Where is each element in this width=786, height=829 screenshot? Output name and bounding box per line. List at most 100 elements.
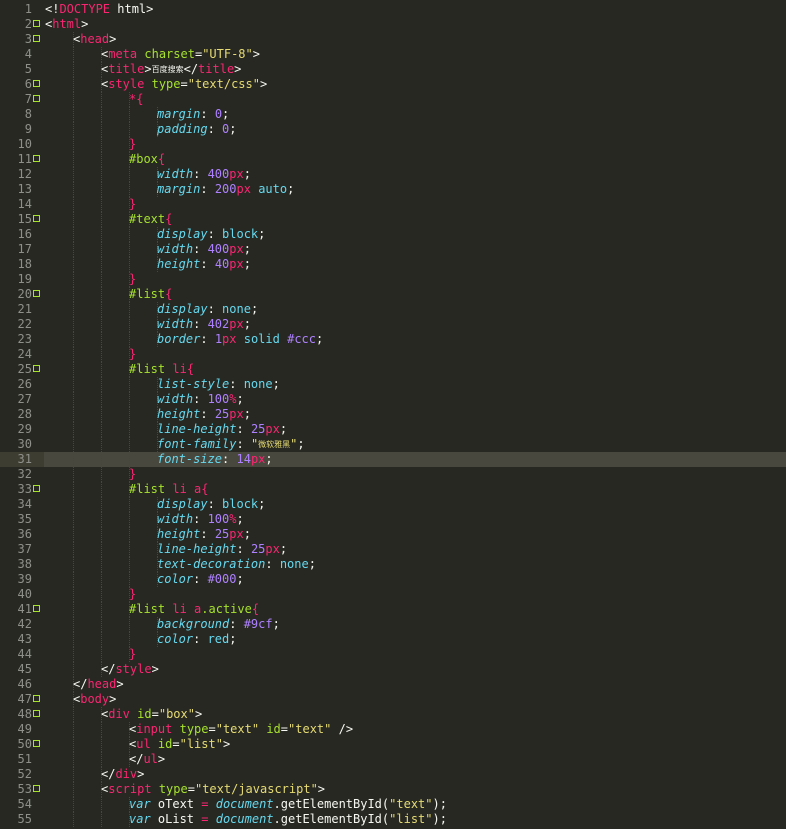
code-line[interactable]: 50 <ul id="list"> xyxy=(0,737,786,752)
code-line[interactable]: 5 <title>百度搜索</title> xyxy=(0,62,786,77)
code-line[interactable]: 8 margin: 0; xyxy=(0,107,786,122)
code-line[interactable]: 24} xyxy=(0,347,786,362)
code-line[interactable]: 23 border: 1px solid #ccc; xyxy=(0,332,786,347)
code-editor[interactable]: 1 <!DOCTYPE html> 2 <html> 3 <head> 4 <meta cha… xyxy=(0,0,786,829)
code-line[interactable]: 43 color: red; xyxy=(0,632,786,647)
code-line[interactable]: 41 #list li a.active{ xyxy=(0,602,786,617)
code-line[interactable]: 13 margin: 200px auto; xyxy=(0,182,786,197)
code-line[interactable]: 10} xyxy=(0,137,786,152)
code-line[interactable]: 52 </div> xyxy=(0,767,786,782)
code-line[interactable]: 7 *{ xyxy=(0,92,786,107)
code-line[interactable]: 12 width: 400px; xyxy=(0,167,786,182)
code-line[interactable]: 14} xyxy=(0,197,786,212)
indent-guide xyxy=(101,542,102,557)
code-token: } xyxy=(129,137,137,151)
fold-toggle-icon[interactable] xyxy=(33,710,40,717)
code-token: } xyxy=(129,197,137,211)
code-line[interactable]: 44} xyxy=(0,647,786,662)
line-code: #text{ xyxy=(44,212,786,227)
code-line[interactable]: 28 height: 25px; xyxy=(0,407,786,422)
code-line[interactable]: 37 line-height: 25px; xyxy=(0,542,786,557)
code-token: li xyxy=(172,482,187,496)
code-line[interactable]: 46 </head> xyxy=(0,677,786,692)
code-line[interactable]: 31 font-size: 14px; xyxy=(0,452,786,467)
code-line[interactable]: 22 width: 402px; xyxy=(0,317,786,332)
code-token: : xyxy=(193,167,208,181)
line-text: var oText = document.getElementById("tex… xyxy=(129,797,447,812)
indent-guide xyxy=(129,257,130,272)
code-line[interactable]: 15 #text{ xyxy=(0,212,786,227)
code-line[interactable]: 55 var oList = document.getElementById("l… xyxy=(0,812,786,827)
code-token: padding xyxy=(157,122,208,136)
code-line[interactable]: 6 <style type="text/css"> xyxy=(0,77,786,92)
code-line[interactable]: 53 <script type="text/javascript"> xyxy=(0,782,786,797)
code-token: 200 xyxy=(214,182,237,196)
code-line[interactable]: 38 text-decoration: none; xyxy=(0,557,786,572)
line-code: color: red; xyxy=(44,632,786,647)
code-token: ; xyxy=(279,422,288,436)
fold-toggle-icon[interactable] xyxy=(33,35,40,42)
fold-toggle-icon[interactable] xyxy=(33,785,40,792)
code-line[interactable]: 40} xyxy=(0,587,786,602)
indent-guide xyxy=(73,317,74,332)
fold-toggle-icon[interactable] xyxy=(33,95,40,102)
code-line[interactable]: 3 <head> xyxy=(0,32,786,47)
line-text: height: 40px; xyxy=(157,257,251,272)
code-line[interactable]: 19} xyxy=(0,272,786,287)
code-line[interactable]: 2 <html> xyxy=(0,17,786,32)
fold-toggle-icon[interactable] xyxy=(33,155,40,162)
line-number: 13 xyxy=(17,182,32,196)
code-line[interactable]: 45 </style> xyxy=(0,662,786,677)
code-line[interactable]: 9 padding: 0; xyxy=(0,122,786,137)
code-line[interactable]: 35 width: 100%; xyxy=(0,512,786,527)
line-number: 4 xyxy=(24,47,32,61)
code-token: li xyxy=(172,602,187,616)
indent-guide xyxy=(101,302,102,317)
code-line[interactable]: 16 display: block; xyxy=(0,227,786,242)
code-token: type xyxy=(179,722,209,736)
indent-guide xyxy=(129,107,130,122)
code-line[interactable]: 26 list-style: none; xyxy=(0,377,786,392)
code-token: : xyxy=(193,242,208,256)
code-line[interactable]: 54 var oText = document.getElementById("t… xyxy=(0,797,786,812)
code-line[interactable]: 1 <!DOCTYPE html> xyxy=(0,2,786,17)
code-line[interactable]: 29 line-height: 25px; xyxy=(0,422,786,437)
code-line[interactable]: 30 font-family: "微软雅黑"; xyxy=(0,437,786,452)
code-line[interactable]: 39 color: #000; xyxy=(0,572,786,587)
code-token: body xyxy=(80,692,110,706)
code-line[interactable]: 48 <div id="box"> xyxy=(0,707,786,722)
code-line[interactable]: 20 #list{ xyxy=(0,287,786,302)
code-line[interactable]: 32} xyxy=(0,467,786,482)
code-line[interactable]: 11 #box{ xyxy=(0,152,786,167)
code-token: . xyxy=(273,812,281,826)
fold-toggle-icon[interactable] xyxy=(33,695,40,702)
code-line[interactable]: 17 width: 400px; xyxy=(0,242,786,257)
code-line[interactable]: 25 #list li{ xyxy=(0,362,786,377)
code-line[interactable]: 34 display: block; xyxy=(0,497,786,512)
code-line[interactable]: 36 height: 25px; xyxy=(0,527,786,542)
code-line[interactable]: 49 <input type="text" id="text" /> xyxy=(0,722,786,737)
line-gutter: 3 xyxy=(0,32,44,47)
line-code: font-family: "微软雅黑"; xyxy=(44,437,786,452)
line-code: </ul> xyxy=(44,752,786,767)
fold-toggle-icon[interactable] xyxy=(33,290,40,297)
code-line[interactable]: 51 </ul> xyxy=(0,752,786,767)
fold-toggle-icon[interactable] xyxy=(33,215,40,222)
code-line[interactable]: 4 <meta charset="UTF-8"> xyxy=(0,47,786,62)
line-text: margin: 0; xyxy=(157,107,229,122)
code-line[interactable]: 18 height: 40px; xyxy=(0,257,786,272)
fold-toggle-icon[interactable] xyxy=(33,605,40,612)
code-line[interactable]: 33 #list li a{ xyxy=(0,482,786,497)
code-line[interactable]: 21 display: none; xyxy=(0,302,786,317)
fold-toggle-icon[interactable] xyxy=(33,740,40,747)
code-token: 100 xyxy=(207,392,230,406)
line-text: <body> xyxy=(73,692,116,707)
fold-toggle-icon[interactable] xyxy=(33,20,40,27)
code-line[interactable]: 27 width: 100%; xyxy=(0,392,786,407)
fold-toggle-icon[interactable] xyxy=(33,485,40,492)
fold-toggle-icon[interactable] xyxy=(33,365,40,372)
fold-toggle-icon[interactable] xyxy=(33,80,40,87)
code-line[interactable]: 47 <body> xyxy=(0,692,786,707)
code-line[interactable]: 42 background: #9cf; xyxy=(0,617,786,632)
line-code: </style> xyxy=(44,662,786,677)
